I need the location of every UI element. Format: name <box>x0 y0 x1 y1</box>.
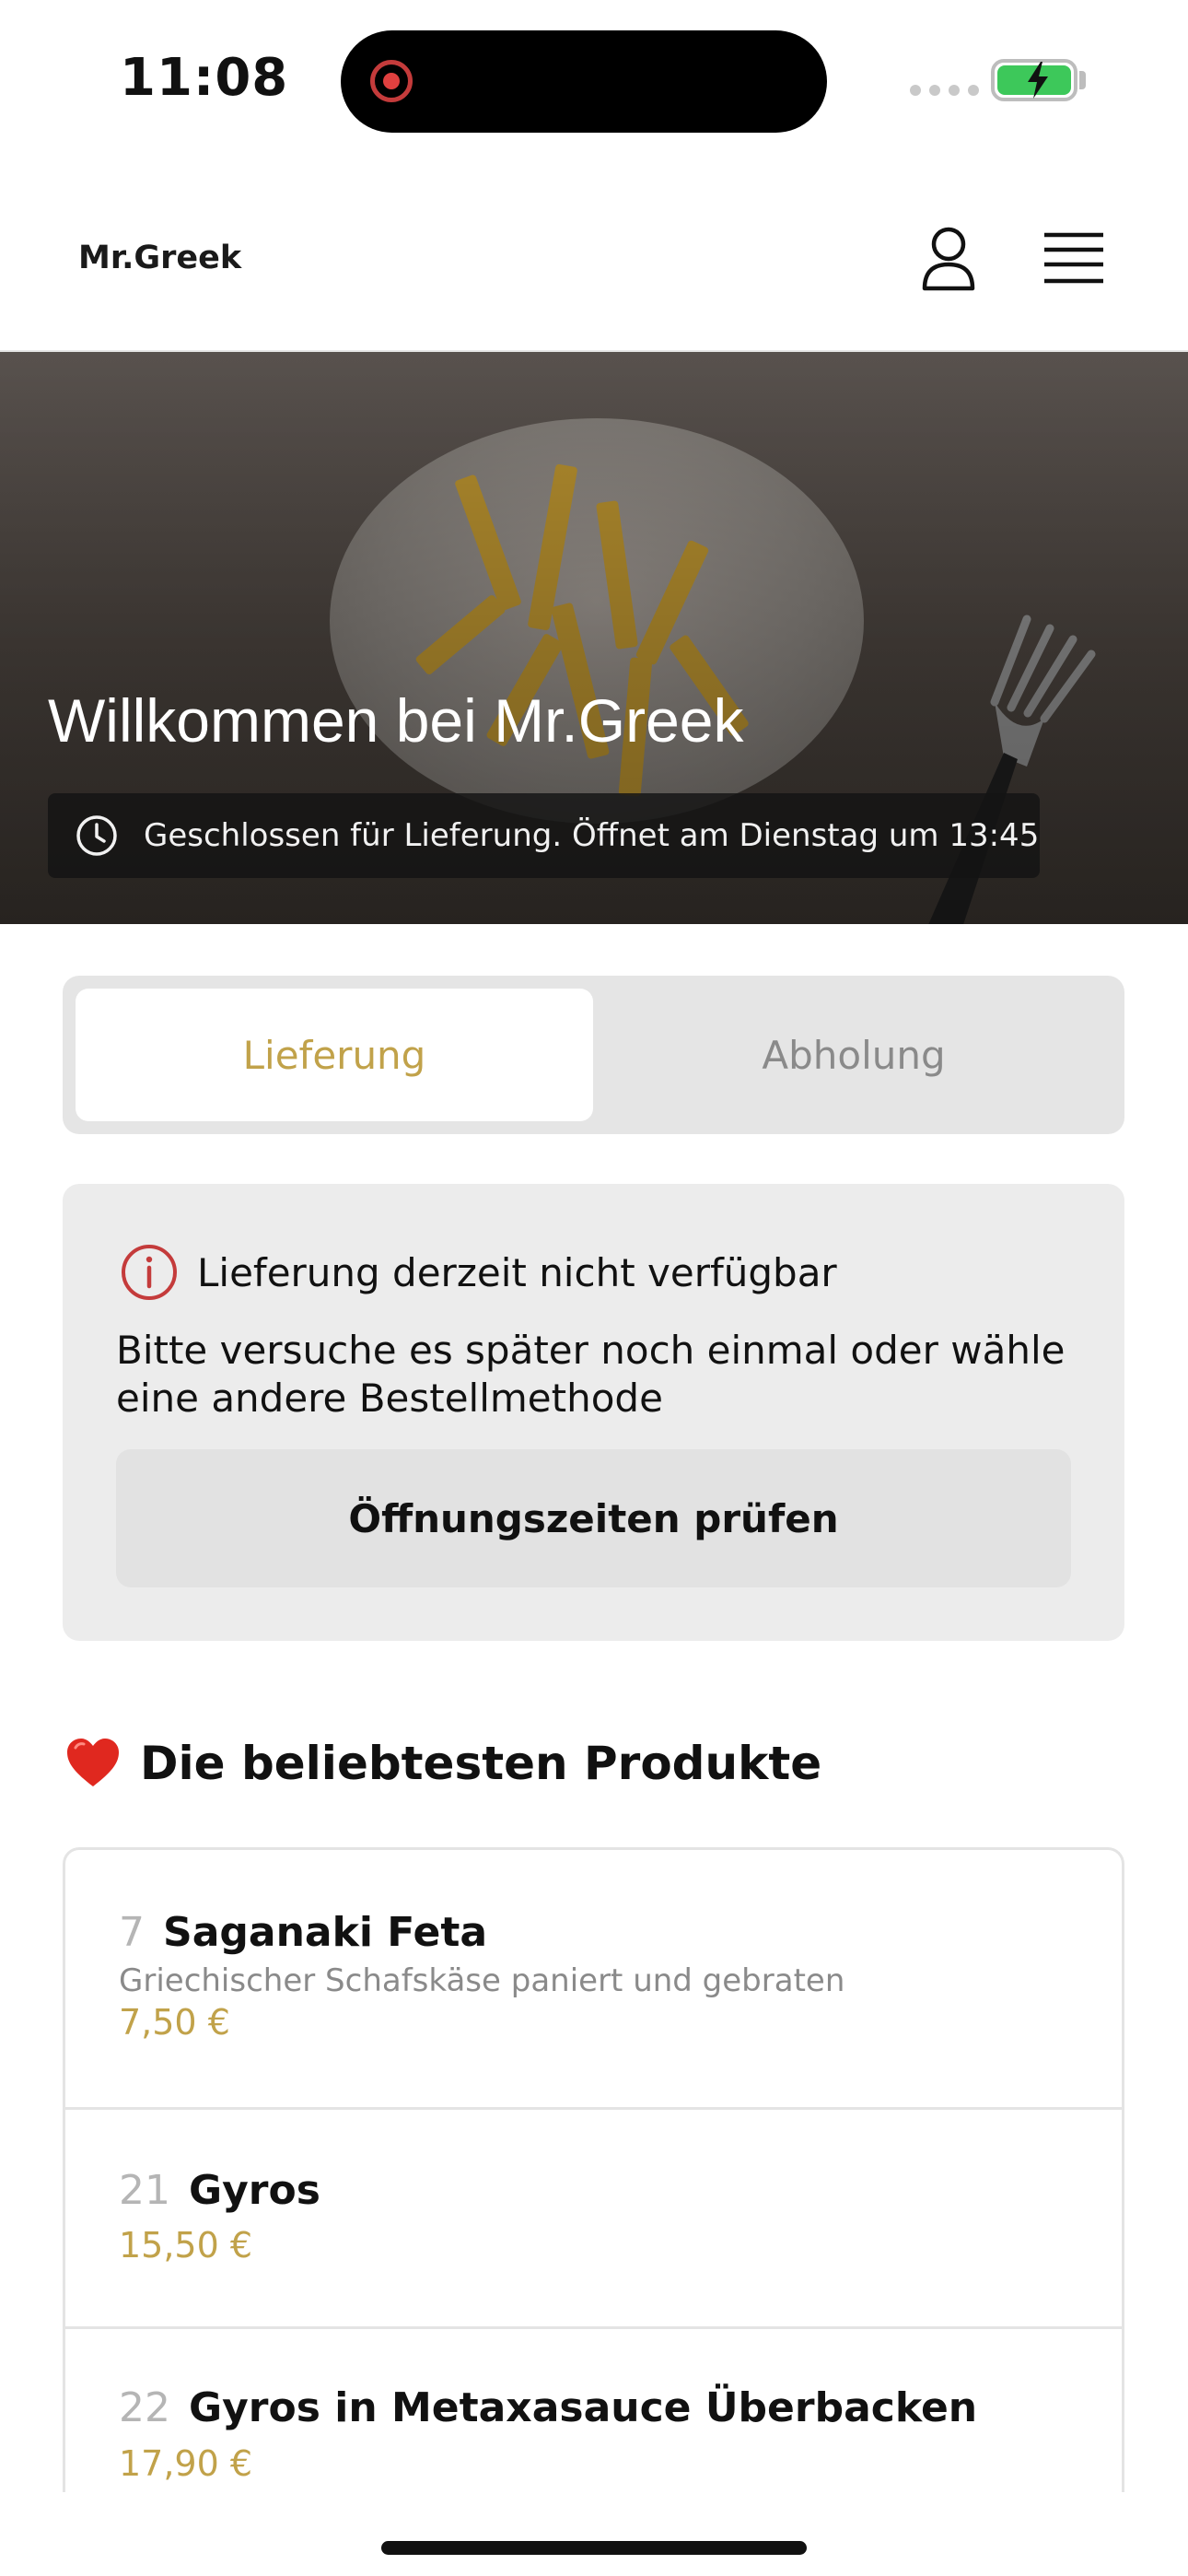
info-icon <box>122 1245 177 1300</box>
product-list: 7 Saganaki Feta Griechischer Schafskäse … <box>63 1847 1124 2492</box>
battery-cap <box>1079 71 1086 89</box>
recording-indicator-icon <box>370 60 413 102</box>
check-opening-hours-button[interactable]: Öffnungszeiten prüfen <box>116 1449 1071 1587</box>
notice-header: Lieferung derzeit nicht verfügbar <box>120 1243 837 1302</box>
delivery-unavailable-notice: Lieferung derzeit nicht verfügbar Bitte … <box>63 1184 1124 1641</box>
heart-icon <box>67 1739 119 1786</box>
notice-title: Lieferung derzeit nicht verfügbar <box>197 1249 837 1295</box>
product-description: Griechischer Schafskäse paniert und gebr… <box>119 1962 845 1999</box>
product-number: 7 <box>119 1909 145 1956</box>
menu-icon[interactable] <box>1042 231 1105 287</box>
battery-icon <box>991 59 1077 101</box>
opening-status-text: Geschlossen für Lieferung. Öffnet am Die… <box>144 817 1040 854</box>
order-method-toggle: Lieferung Abholung <box>63 976 1124 1134</box>
product-item[interactable]: 21 Gyros 15,50 € <box>65 2110 1122 2329</box>
popular-title-text: Die beliebtesten Produkte <box>140 1737 822 1790</box>
hero-banner: Willkommen bei Mr.Greek Geschlossen für … <box>0 352 1188 924</box>
product-name: Saganaki Feta <box>163 1909 488 1956</box>
home-indicator[interactable] <box>381 2541 807 2555</box>
user-icon[interactable] <box>919 226 978 292</box>
dynamic-island <box>341 30 827 133</box>
brand-name[interactable]: Mr.Greek <box>78 240 241 276</box>
status-bar: 11:08 <box>0 0 1188 161</box>
product-price: 7,50 € <box>119 2002 230 2043</box>
screen: 11:08 Mr.Greek Willkommen bei Mr.Greek G… <box>0 0 1188 2576</box>
notice-body: Bitte versuche es später noch einmal ode… <box>116 1328 1066 1421</box>
product-price: 15,50 € <box>119 2225 253 2266</box>
product-number: 21 <box>119 2167 170 2214</box>
tab-delivery[interactable]: Lieferung <box>76 989 593 1121</box>
product-item[interactable]: 7 Saganaki Feta Griechischer Schafskäse … <box>65 1850 1122 2110</box>
app-header: Mr.Greek <box>0 161 1188 352</box>
charging-bolt-icon <box>1028 62 1048 99</box>
product-heading: 7 Saganaki Feta <box>119 1909 487 1956</box>
status-time: 11:08 <box>120 48 289 108</box>
product-item[interactable]: 22 Gyros in Metaxasauce Überbacken 17,90… <box>65 2329 1122 2492</box>
popular-section-title: Die beliebtesten Produkte <box>64 1737 821 1790</box>
signal-icon <box>910 85 979 96</box>
product-name: Gyros <box>189 2167 320 2214</box>
welcome-title: Willkommen bei Mr.Greek <box>48 686 744 755</box>
product-heading: 21 Gyros <box>119 2167 320 2214</box>
product-price: 17,90 € <box>119 2443 253 2484</box>
product-name: Gyros in Metaxasauce Überbacken <box>189 2384 978 2431</box>
product-heading: 22 Gyros in Metaxasauce Überbacken <box>119 2384 977 2431</box>
clock-icon <box>76 815 117 856</box>
product-number: 22 <box>119 2384 170 2431</box>
tab-pickup[interactable]: Abholung <box>595 989 1112 1121</box>
opening-status-banner: Geschlossen für Lieferung. Öffnet am Die… <box>48 793 1040 878</box>
